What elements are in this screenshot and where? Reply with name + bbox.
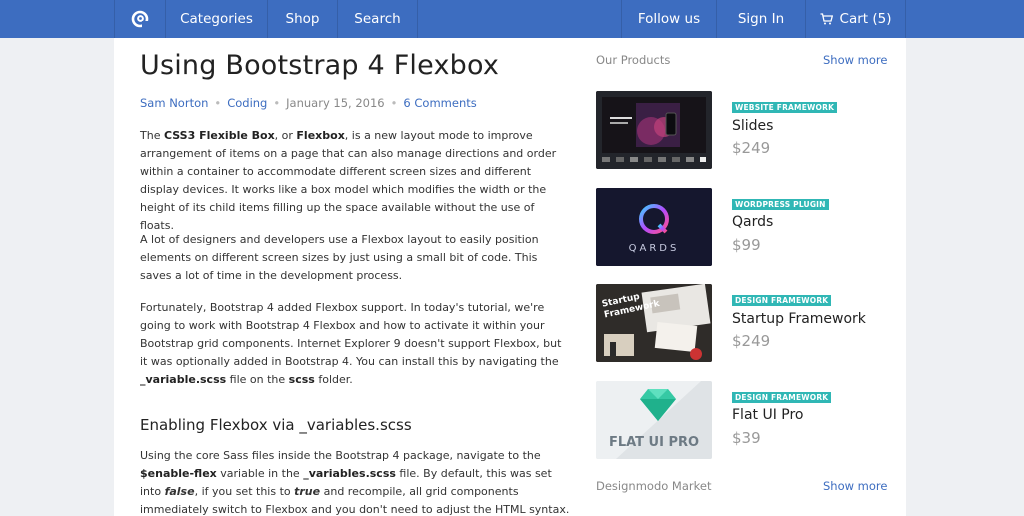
- meta-separator: •: [273, 96, 281, 110]
- product-price: $249: [732, 139, 771, 157]
- our-products-heading: Our Products: [596, 53, 671, 67]
- show-more-link[interactable]: Show more: [823, 53, 887, 67]
- nav-categories[interactable]: Categories: [166, 0, 268, 38]
- product-price: $99: [732, 236, 761, 254]
- cart-icon: [820, 13, 833, 25]
- product-badge: WORDPRESS PLUGIN: [732, 199, 829, 210]
- product-image-qards[interactable]: QARDS: [596, 188, 712, 266]
- show-more-market-link[interactable]: Show more: [823, 479, 887, 493]
- flat-ui-image-text: FLAT UI PRO: [609, 435, 699, 450]
- article-paragraph-3: Fortunately, Bootstrap 4 added Flexbox s…: [140, 301, 562, 386]
- top-navbar: Categories Shop Search Follow us Sign In…: [0, 0, 1024, 38]
- cart-label: Cart (5): [839, 11, 892, 27]
- product-image-slides[interactable]: [596, 91, 712, 169]
- product-image-flat-ui-pro[interactable]: FLAT UI PRO: [596, 381, 712, 459]
- nav-shop[interactable]: Shop: [268, 0, 338, 38]
- product-name[interactable]: Slides: [732, 118, 773, 134]
- article-paragraph-4: Using the core Sass files inside the Boo…: [140, 449, 570, 516]
- product-name[interactable]: Flat UI Pro: [732, 407, 804, 423]
- section-heading: Enabling Flexbox via _variables.scss: [140, 416, 412, 434]
- article-title: Using Bootstrap 4 Flexbox: [140, 50, 500, 81]
- product-name[interactable]: Startup Framework: [732, 311, 866, 327]
- product-badge: DESIGN FRAMEWORK: [732, 392, 832, 403]
- category-link[interactable]: Coding: [227, 96, 267, 110]
- nav-cart[interactable]: Cart (5): [806, 0, 906, 38]
- product-price: $249: [732, 332, 771, 350]
- article-date: January 15, 2016: [286, 96, 385, 110]
- nav-sign-in[interactable]: Sign In: [717, 0, 806, 38]
- qards-image-text: QARDS: [629, 243, 680, 254]
- meta-separator: •: [390, 96, 398, 110]
- product-image-startup-framework[interactable]: Startup Framework: [596, 284, 712, 362]
- product-badge: WEBSITE FRAMEWORK: [732, 102, 838, 113]
- article-meta: Sam Norton • Coding • January 15, 2016 • 6 Com…: [140, 96, 477, 110]
- product-price: $39: [732, 429, 761, 447]
- meta-separator: •: [214, 96, 222, 110]
- designmodo-logo-icon: [131, 10, 149, 28]
- logo-link[interactable]: [114, 0, 166, 38]
- article-paragraph-1: The CSS3 Flexible Box, or Flexbox, is a …: [140, 129, 557, 232]
- product-badge: DESIGN FRAMEWORK: [732, 295, 832, 306]
- nav-follow-us[interactable]: Follow us: [621, 0, 717, 38]
- designmodo-market-heading: Designmodo Market: [596, 479, 712, 493]
- nav-search[interactable]: Search: [338, 0, 418, 38]
- comments-link[interactable]: 6 Comments: [403, 96, 476, 110]
- article-paragraph-2: A lot of designers and developers use a …: [140, 233, 539, 282]
- product-name[interactable]: Qards: [732, 214, 773, 230]
- author-link[interactable]: Sam Norton: [140, 96, 208, 110]
